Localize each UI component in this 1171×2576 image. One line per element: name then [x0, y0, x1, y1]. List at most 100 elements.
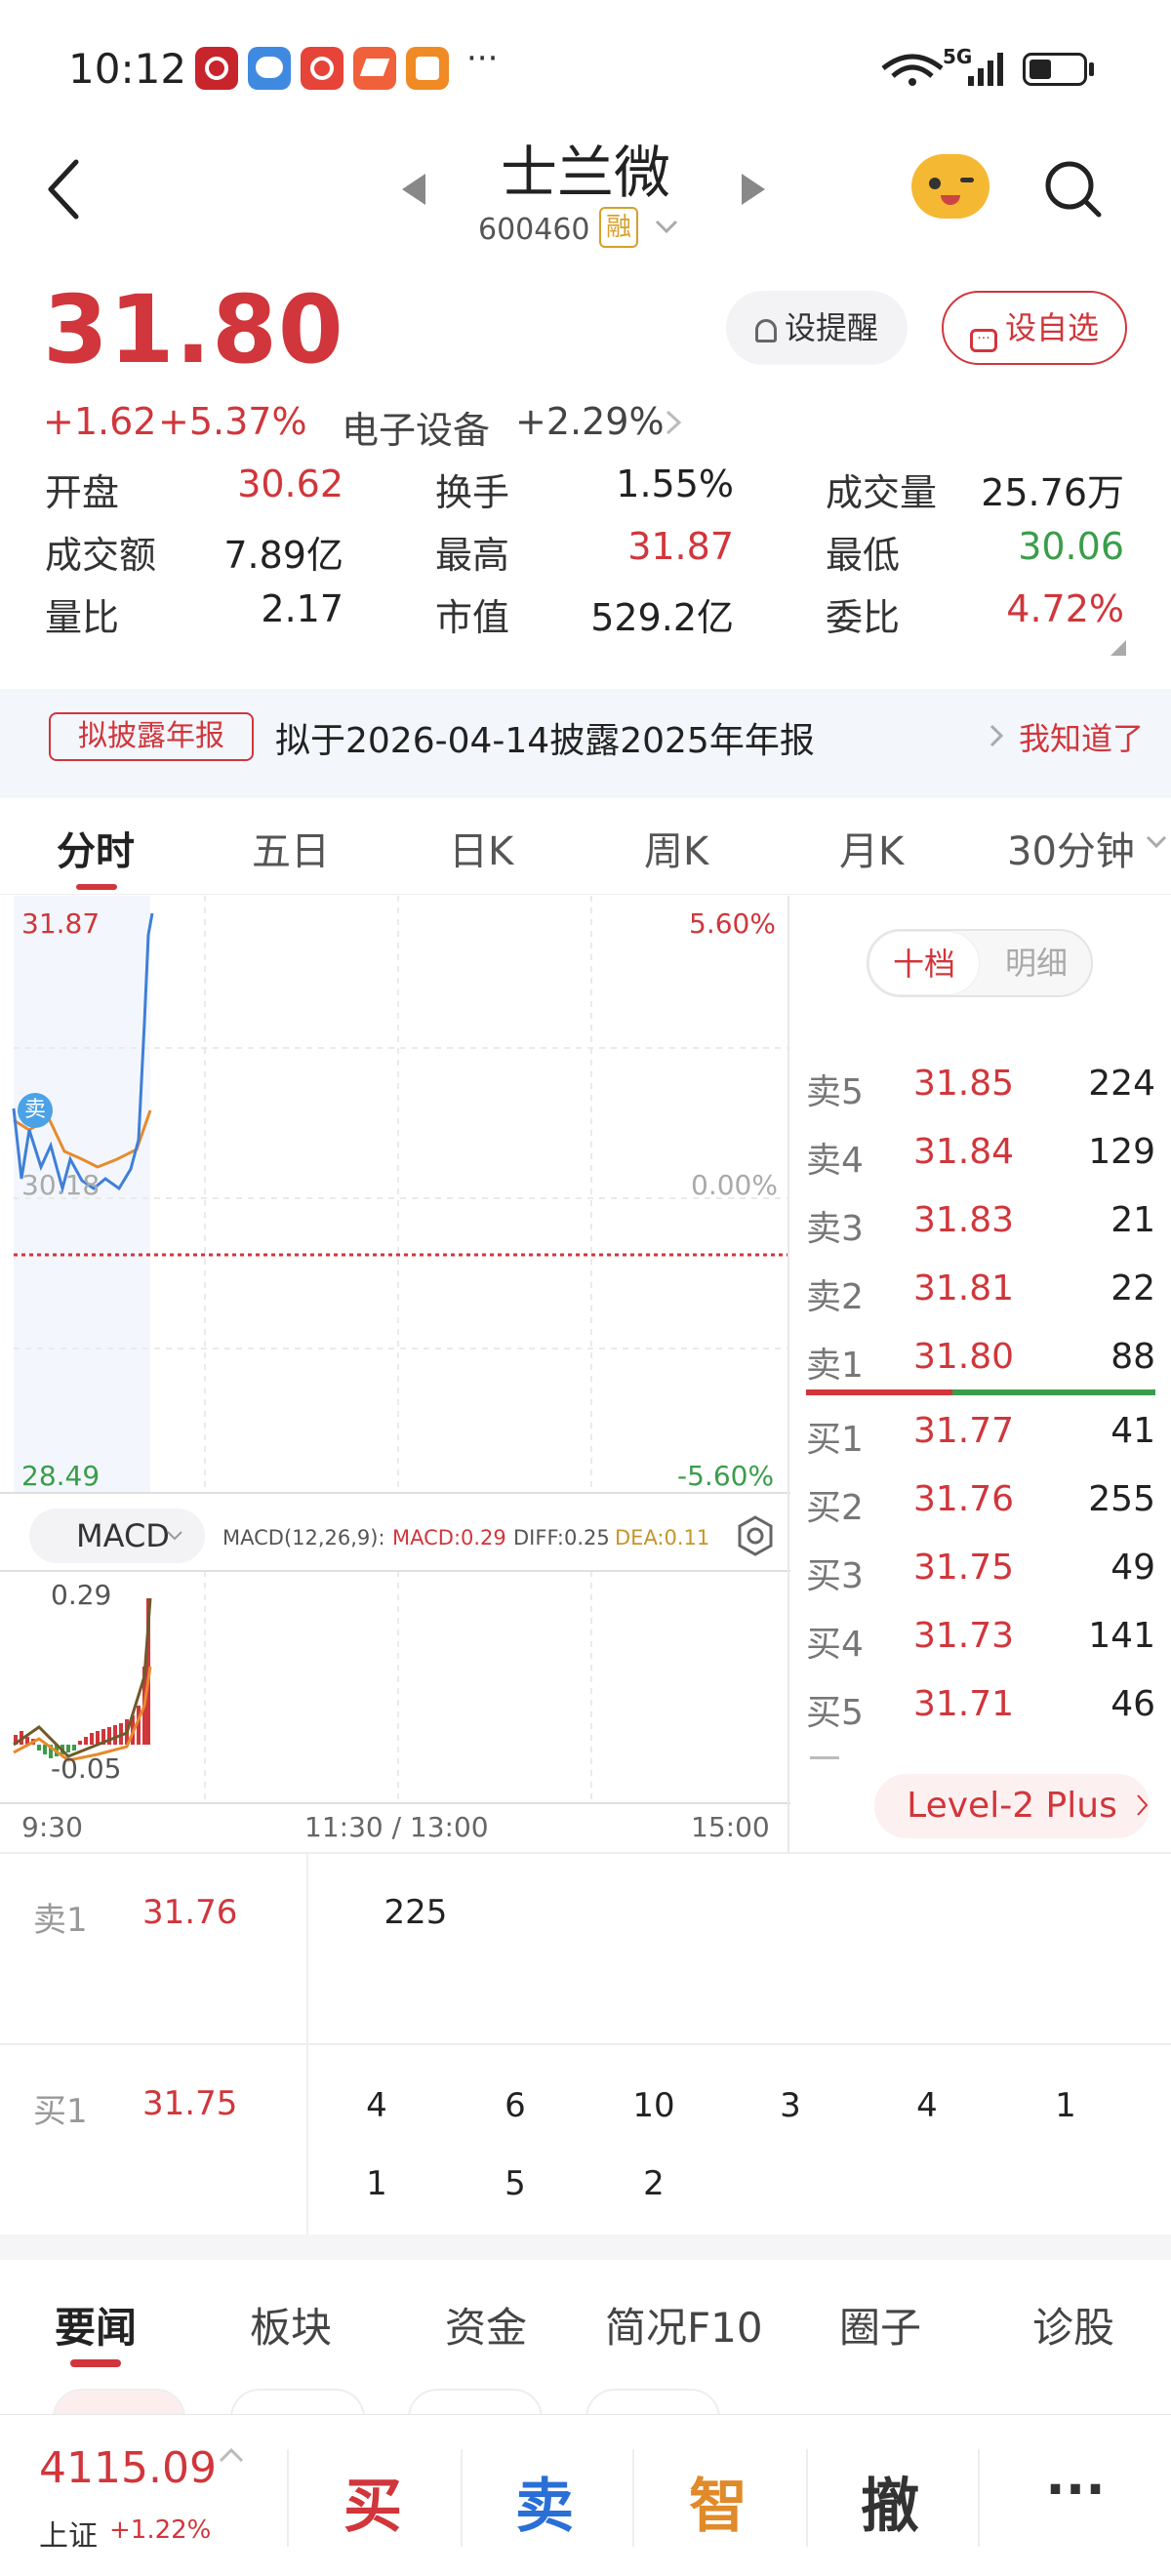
- battery-tip: [1089, 62, 1094, 76]
- ask-price[interactable]: 31.85: [913, 1064, 1014, 1104]
- bid-price[interactable]: 31.71: [913, 1684, 1014, 1724]
- bid-price[interactable]: 31.77: [913, 1411, 1014, 1451]
- stat-value: 30.62: [237, 463, 343, 505]
- notice-text[interactable]: 拟于2026-04-14披露2025年年报: [275, 712, 815, 763]
- set-alert-button[interactable]: 设提醒: [726, 291, 908, 365]
- ask-volume: 22: [1110, 1268, 1155, 1308]
- queue-sell-price: 31.76: [142, 1893, 238, 1932]
- sell-marker[interactable]: 卖: [18, 1093, 53, 1128]
- intraday-chart[interactable]: [0, 896, 792, 1852]
- time-mid: 11:30 / 13:00: [304, 1811, 489, 1843]
- ask-volume: 129: [1088, 1132, 1155, 1172]
- macd-params: MACD(12,26,9):: [222, 1526, 385, 1550]
- time-start: 9:30: [21, 1811, 83, 1843]
- news-tab-1[interactable]: 板块: [250, 2295, 332, 2355]
- cancel-order-button[interactable]: 撤: [812, 2459, 968, 2544]
- tab-details[interactable]: 明细: [982, 931, 1091, 995]
- macd-axis-top: 0.29: [51, 1579, 112, 1611]
- tab-0[interactable]: 分时: [57, 820, 135, 876]
- stat-value: 31.87: [627, 525, 734, 568]
- bid-label: 买3: [806, 1556, 864, 1596]
- news-tab-2[interactable]: 资金: [445, 2295, 527, 2355]
- stat-value: 4.72%: [1006, 587, 1124, 630]
- chat-dots-icon: ···: [969, 329, 997, 352]
- chevron-right-icon[interactable]: [664, 408, 683, 437]
- add-watchlist-button[interactable]: ··· 设自选: [942, 291, 1127, 365]
- wifi-icon: [881, 54, 944, 86]
- stat-value: 1.55%: [616, 463, 734, 505]
- ask-price[interactable]: 31.83: [913, 1200, 1014, 1240]
- macd-bar: [43, 1745, 47, 1754]
- level2-button[interactable]: Level-2 Plus: [874, 1774, 1150, 1838]
- tab-4[interactable]: 月K: [839, 820, 904, 876]
- ask-price[interactable]: 31.80: [913, 1337, 1014, 1377]
- smart-trade-button[interactable]: 智: [640, 2459, 796, 2544]
- news-tab-5[interactable]: 诊股: [1032, 2295, 1114, 2355]
- margin-trading-badge: 融: [599, 207, 638, 248]
- divider: [461, 2449, 463, 2547]
- divider: [0, 2043, 1171, 2045]
- sell-button[interactable]: 卖: [466, 2459, 623, 2544]
- sector-name[interactable]: 电子设备: [342, 400, 490, 454]
- macd-axis-bottom: -0.05: [51, 1752, 122, 1785]
- search-icon[interactable]: [1042, 158, 1105, 221]
- bid-volume: 41: [1110, 1411, 1155, 1451]
- macd-bar: [90, 1733, 94, 1745]
- queue-buy-price: 31.75: [142, 2084, 238, 2123]
- news-tab-0[interactable]: 要闻: [55, 2295, 137, 2355]
- queue-order: 1: [366, 2164, 387, 2203]
- mascot-icon[interactable]: [909, 148, 991, 222]
- ask-ratio-bar: [806, 1389, 952, 1395]
- active-news-tab-indicator: [70, 2359, 121, 2367]
- chat-app-icon: [248, 47, 291, 90]
- next-stock-icon[interactable]: [738, 172, 767, 207]
- ask-price[interactable]: 31.81: [913, 1268, 1014, 1308]
- ask-label: 卖1: [806, 1346, 864, 1386]
- index-value[interactable]: 4115.09: [39, 2443, 217, 2493]
- buy-button[interactable]: 买: [295, 2459, 451, 2544]
- chevron-down-icon[interactable]: [654, 219, 679, 236]
- shopping-app-icon: [301, 47, 343, 90]
- stat-value: 2.17: [261, 587, 343, 630]
- bid-price[interactable]: 31.75: [913, 1548, 1014, 1588]
- indicator-select[interactable]: MACD: [29, 1509, 205, 1563]
- diff-value: DIFF:0.25: [513, 1526, 610, 1550]
- macd-bar: [84, 1737, 88, 1745]
- ask-price[interactable]: 31.84: [913, 1132, 1014, 1172]
- bid-ratio-bar: [952, 1389, 1155, 1395]
- queue-order: 1: [1055, 2086, 1076, 2125]
- add-watchlist-label: 设自选: [1004, 309, 1099, 346]
- queue-order: 2: [643, 2164, 665, 2203]
- tab-1[interactable]: 五日: [252, 820, 330, 876]
- bank-app-icon: [195, 47, 238, 90]
- notice-tag: 拟披露年报: [49, 712, 254, 761]
- chevron-down-icon[interactable]: [1146, 835, 1167, 851]
- queue-order: 4: [916, 2086, 938, 2125]
- sector-change[interactable]: +2.29%: [515, 400, 665, 443]
- tab-5[interactable]: 30分钟: [1007, 820, 1135, 876]
- settings-icon[interactable]: [734, 1514, 777, 1557]
- macd-bar: [72, 1745, 76, 1751]
- bid-label: 买2: [806, 1488, 864, 1528]
- tab-ten-levels[interactable]: 十档: [868, 931, 980, 995]
- more-notifications-icon: ···: [466, 39, 499, 78]
- macd-bar: [113, 1725, 117, 1745]
- bid-price[interactable]: 31.76: [913, 1479, 1014, 1519]
- news-tab-3[interactable]: 简况F10: [605, 2295, 763, 2355]
- queue-order: 6: [505, 2086, 526, 2125]
- divider: [287, 2449, 289, 2547]
- bid-volume: 141: [1088, 1616, 1155, 1656]
- tab-3[interactable]: 周K: [644, 820, 708, 876]
- expand-corner-icon[interactable]: [1110, 640, 1126, 656]
- queue-order: 3: [780, 2086, 801, 2125]
- active-tab-indicator: [76, 884, 117, 890]
- ask-volume: 224: [1088, 1064, 1155, 1104]
- signal-icon: [968, 53, 1003, 86]
- chevron-up-icon: [219, 2447, 244, 2463]
- dismiss-notice-button[interactable]: 我知道了: [1019, 714, 1144, 759]
- news-tab-4[interactable]: 圈子: [839, 2295, 921, 2355]
- price-change-pct: +5.37%: [158, 400, 307, 443]
- tab-2[interactable]: 日K: [449, 820, 513, 876]
- more-options-button[interactable]: ···: [997, 2459, 1153, 2520]
- bid-price[interactable]: 31.73: [913, 1616, 1014, 1656]
